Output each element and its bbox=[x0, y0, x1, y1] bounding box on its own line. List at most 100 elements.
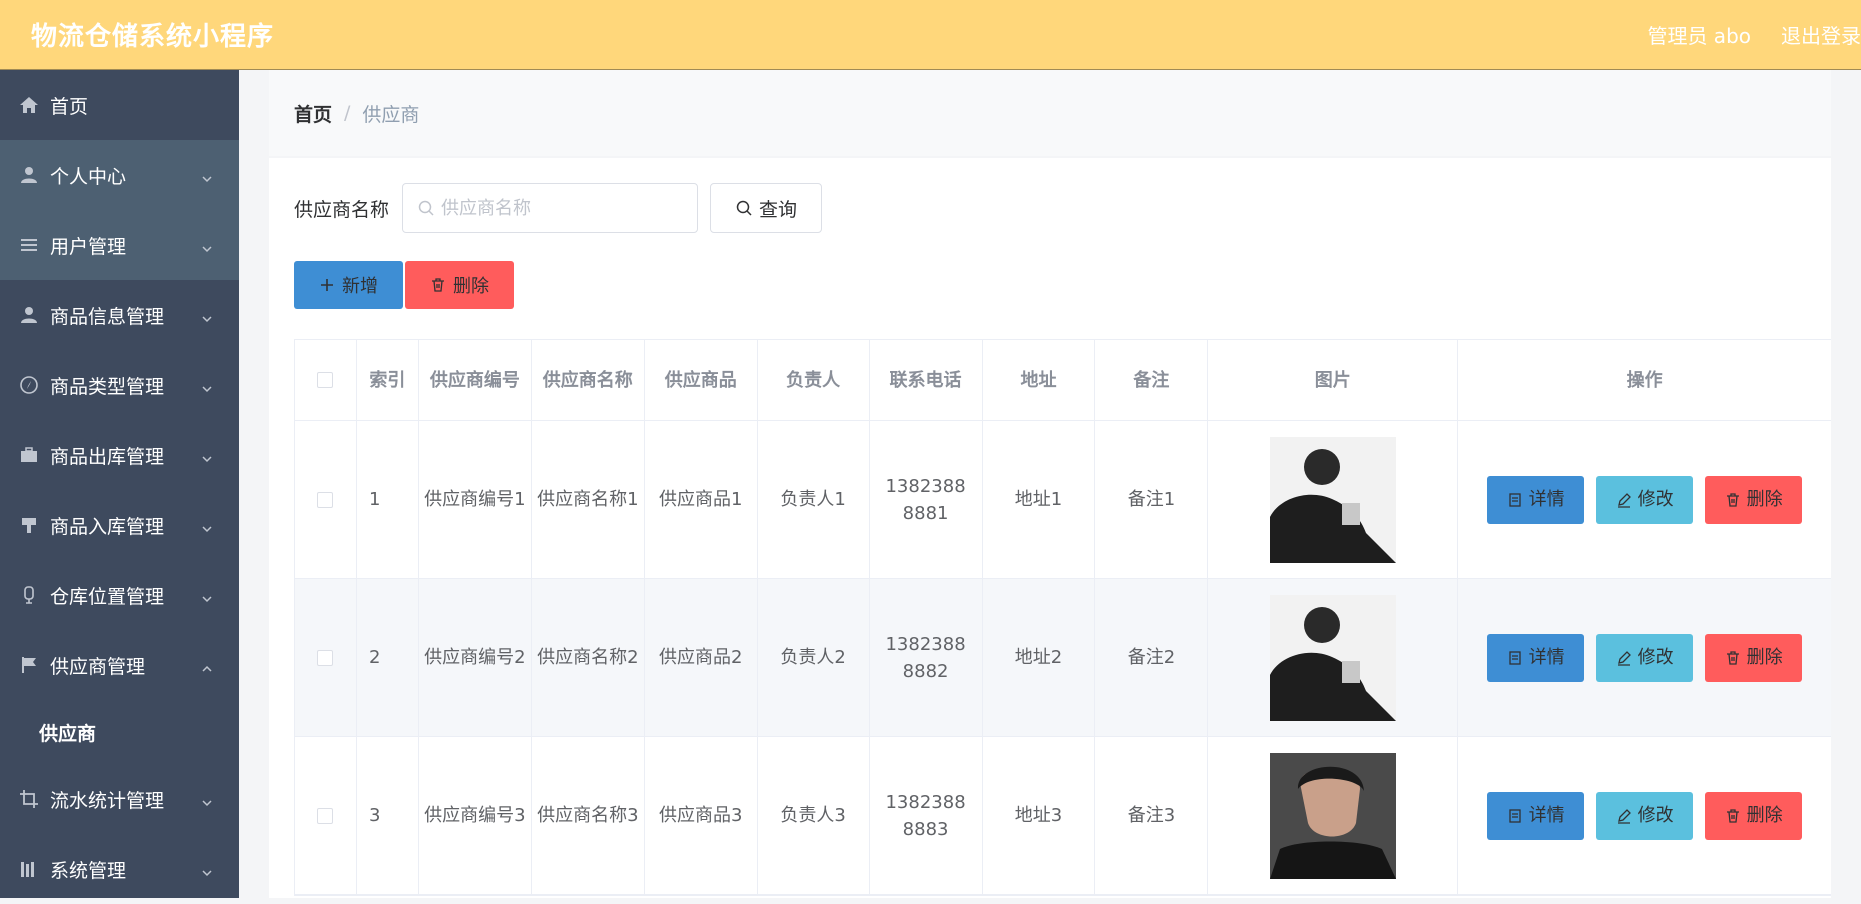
cell-index: 2 bbox=[357, 579, 419, 736]
delete-button[interactable]: 删除 bbox=[1705, 475, 1803, 524]
search-input-wrap bbox=[402, 183, 699, 233]
chevron-down-icon bbox=[201, 238, 213, 253]
cell-name: 供应商名称1 bbox=[532, 421, 645, 578]
trash-icon bbox=[432, 278, 444, 292]
chevron-down-icon bbox=[201, 518, 213, 533]
header-user-area: 管理员 abo 退出登录 bbox=[1647, 20, 1861, 49]
sidebar-item-flow-stats[interactable]: 流水统计管理 bbox=[0, 764, 239, 834]
sidebar-item-profile[interactable]: 个人中心 bbox=[0, 140, 239, 210]
cell-owner: 负责人3 bbox=[758, 737, 870, 894]
sidebar-item-warehouse[interactable]: 仓库位置管理 bbox=[0, 560, 239, 630]
supplier-photo bbox=[1269, 594, 1396, 721]
plus-icon bbox=[321, 279, 333, 291]
sidebar-item-home[interactable]: 首页 bbox=[0, 70, 239, 140]
breadcrumb-home[interactable]: 首页 bbox=[294, 100, 332, 127]
supplier-photo bbox=[1269, 436, 1396, 563]
search-icon bbox=[417, 199, 435, 217]
table-header: 索引 供应商编号 供应商名称 供应商品 负责人 联系电话 地址 备注 图片 操作 bbox=[295, 340, 1831, 421]
select-all-checkbox[interactable] bbox=[317, 372, 334, 388]
detail-button-label: 详情 bbox=[1528, 647, 1565, 668]
edit-button[interactable]: 修改 bbox=[1596, 475, 1694, 524]
brush-icon bbox=[18, 514, 40, 536]
sidebar-item-label: 个人中心 bbox=[50, 165, 127, 188]
row-checkbox[interactable] bbox=[317, 807, 334, 824]
cell-image bbox=[1208, 737, 1459, 894]
cell-name: 供应商名称3 bbox=[532, 737, 645, 894]
column-header: 备注 bbox=[1095, 340, 1209, 420]
sidebar-item-label: 系统管理 bbox=[50, 859, 127, 882]
table-row: 2 供应商编号2 供应商名称2 供应商品2 负责人2 13823888882 地… bbox=[295, 579, 1831, 737]
app-title: 物流仓储系统小程序 bbox=[31, 22, 275, 52]
batch-delete-button[interactable]: 删除 bbox=[405, 261, 514, 309]
detail-button[interactable]: 详情 bbox=[1487, 475, 1585, 524]
top-header: 物流仓储系统小程序 管理员 abo 退出登录 bbox=[0, 0, 1861, 70]
cell-index: 3 bbox=[357, 737, 419, 894]
sidebar-item-label: 供应商管理 bbox=[50, 655, 146, 678]
query-button[interactable]: 查询 bbox=[710, 183, 823, 233]
detail-button[interactable]: 详情 bbox=[1487, 633, 1585, 682]
trash-icon bbox=[1726, 808, 1739, 823]
sidebar-item-label: 商品信息管理 bbox=[50, 305, 165, 328]
cell-phone: 13823888881 bbox=[870, 421, 983, 578]
sidebar-item-label: 仓库位置管理 bbox=[50, 585, 165, 608]
row-select-cell bbox=[295, 421, 357, 578]
batch-delete-button-label: 删除 bbox=[453, 276, 489, 297]
supplier-name-input[interactable] bbox=[403, 184, 698, 232]
edit-icon bbox=[1617, 492, 1631, 508]
row-checkbox[interactable] bbox=[317, 649, 334, 666]
header-select-cell bbox=[295, 340, 357, 420]
chevron-down-icon bbox=[201, 378, 213, 393]
row-select-cell bbox=[295, 737, 357, 894]
sidebar-item-supplier-mgmt[interactable]: 供应商管理 bbox=[0, 630, 239, 700]
chevron-down-icon bbox=[201, 792, 213, 807]
delete-button[interactable]: 删除 bbox=[1705, 791, 1803, 840]
home-icon bbox=[18, 94, 40, 116]
sidebar-item-goods-type[interactable]: 商品类型管理 bbox=[0, 350, 239, 420]
edit-button[interactable]: 修改 bbox=[1596, 633, 1694, 682]
chevron-down-icon bbox=[201, 308, 213, 323]
column-header: 供应商名称 bbox=[532, 340, 645, 420]
logout-link[interactable]: 退出登录 bbox=[1781, 20, 1861, 49]
delete-button-label: 删除 bbox=[1746, 647, 1783, 668]
sidebar-subitem-supplier[interactable]: 供应商 bbox=[0, 700, 239, 764]
cell-owner: 负责人1 bbox=[758, 421, 870, 578]
edit-button[interactable]: 修改 bbox=[1596, 791, 1694, 840]
cell-address: 地址2 bbox=[983, 579, 1096, 736]
add-button[interactable]: 新增 bbox=[294, 261, 403, 309]
column-header: 供应商品 bbox=[645, 340, 758, 420]
add-button-label: 新增 bbox=[342, 276, 378, 297]
chevron-down-icon bbox=[201, 448, 213, 463]
column-header: 供应商编号 bbox=[419, 340, 532, 420]
sidebar-item-goods-info[interactable]: 商品信息管理 bbox=[0, 280, 239, 350]
detail-button[interactable]: 详情 bbox=[1487, 791, 1585, 840]
sidebar-item-system[interactable]: 系统管理 bbox=[0, 834, 239, 904]
cell-code: 供应商编号3 bbox=[419, 737, 532, 894]
sidebar-item-users[interactable]: 用户管理 bbox=[0, 210, 239, 280]
list-icon bbox=[18, 234, 40, 256]
supplier-photo bbox=[1269, 752, 1396, 879]
cell-code: 供应商编号1 bbox=[419, 421, 532, 578]
column-header: 联系电话 bbox=[870, 340, 983, 420]
delete-button[interactable]: 删除 bbox=[1705, 633, 1803, 682]
chevron-down-icon bbox=[201, 588, 213, 603]
column-header: 负责人 bbox=[758, 340, 870, 420]
breadcrumb-current: 供应商 bbox=[362, 103, 420, 126]
compass-icon bbox=[18, 374, 40, 396]
chevron-up-icon bbox=[201, 658, 213, 672]
cell-operations: 详情 修改 删除 bbox=[1458, 421, 1831, 578]
document-icon bbox=[1508, 492, 1521, 507]
current-user: 管理员 abo bbox=[1647, 24, 1751, 48]
cell-goods: 供应商品3 bbox=[645, 737, 758, 894]
column-header: 图片 bbox=[1208, 340, 1459, 420]
row-checkbox[interactable] bbox=[317, 491, 334, 508]
books-icon bbox=[18, 858, 40, 880]
breadcrumb-separator: / bbox=[344, 102, 351, 124]
sidebar-item-goods-in[interactable]: 商品入库管理 bbox=[0, 490, 239, 560]
chevron-down-icon bbox=[201, 168, 213, 183]
row-select-cell bbox=[295, 579, 357, 736]
sidebar-item-goods-out[interactable]: 商品出库管理 bbox=[0, 420, 239, 490]
action-buttons: 新增 删除 bbox=[294, 261, 514, 309]
supplier-table: 索引 供应商编号 供应商名称 供应商品 负责人 联系电话 地址 备注 图片 操作… bbox=[294, 339, 1831, 896]
cell-name: 供应商名称2 bbox=[532, 579, 645, 736]
delete-button-label: 删除 bbox=[1746, 805, 1783, 826]
